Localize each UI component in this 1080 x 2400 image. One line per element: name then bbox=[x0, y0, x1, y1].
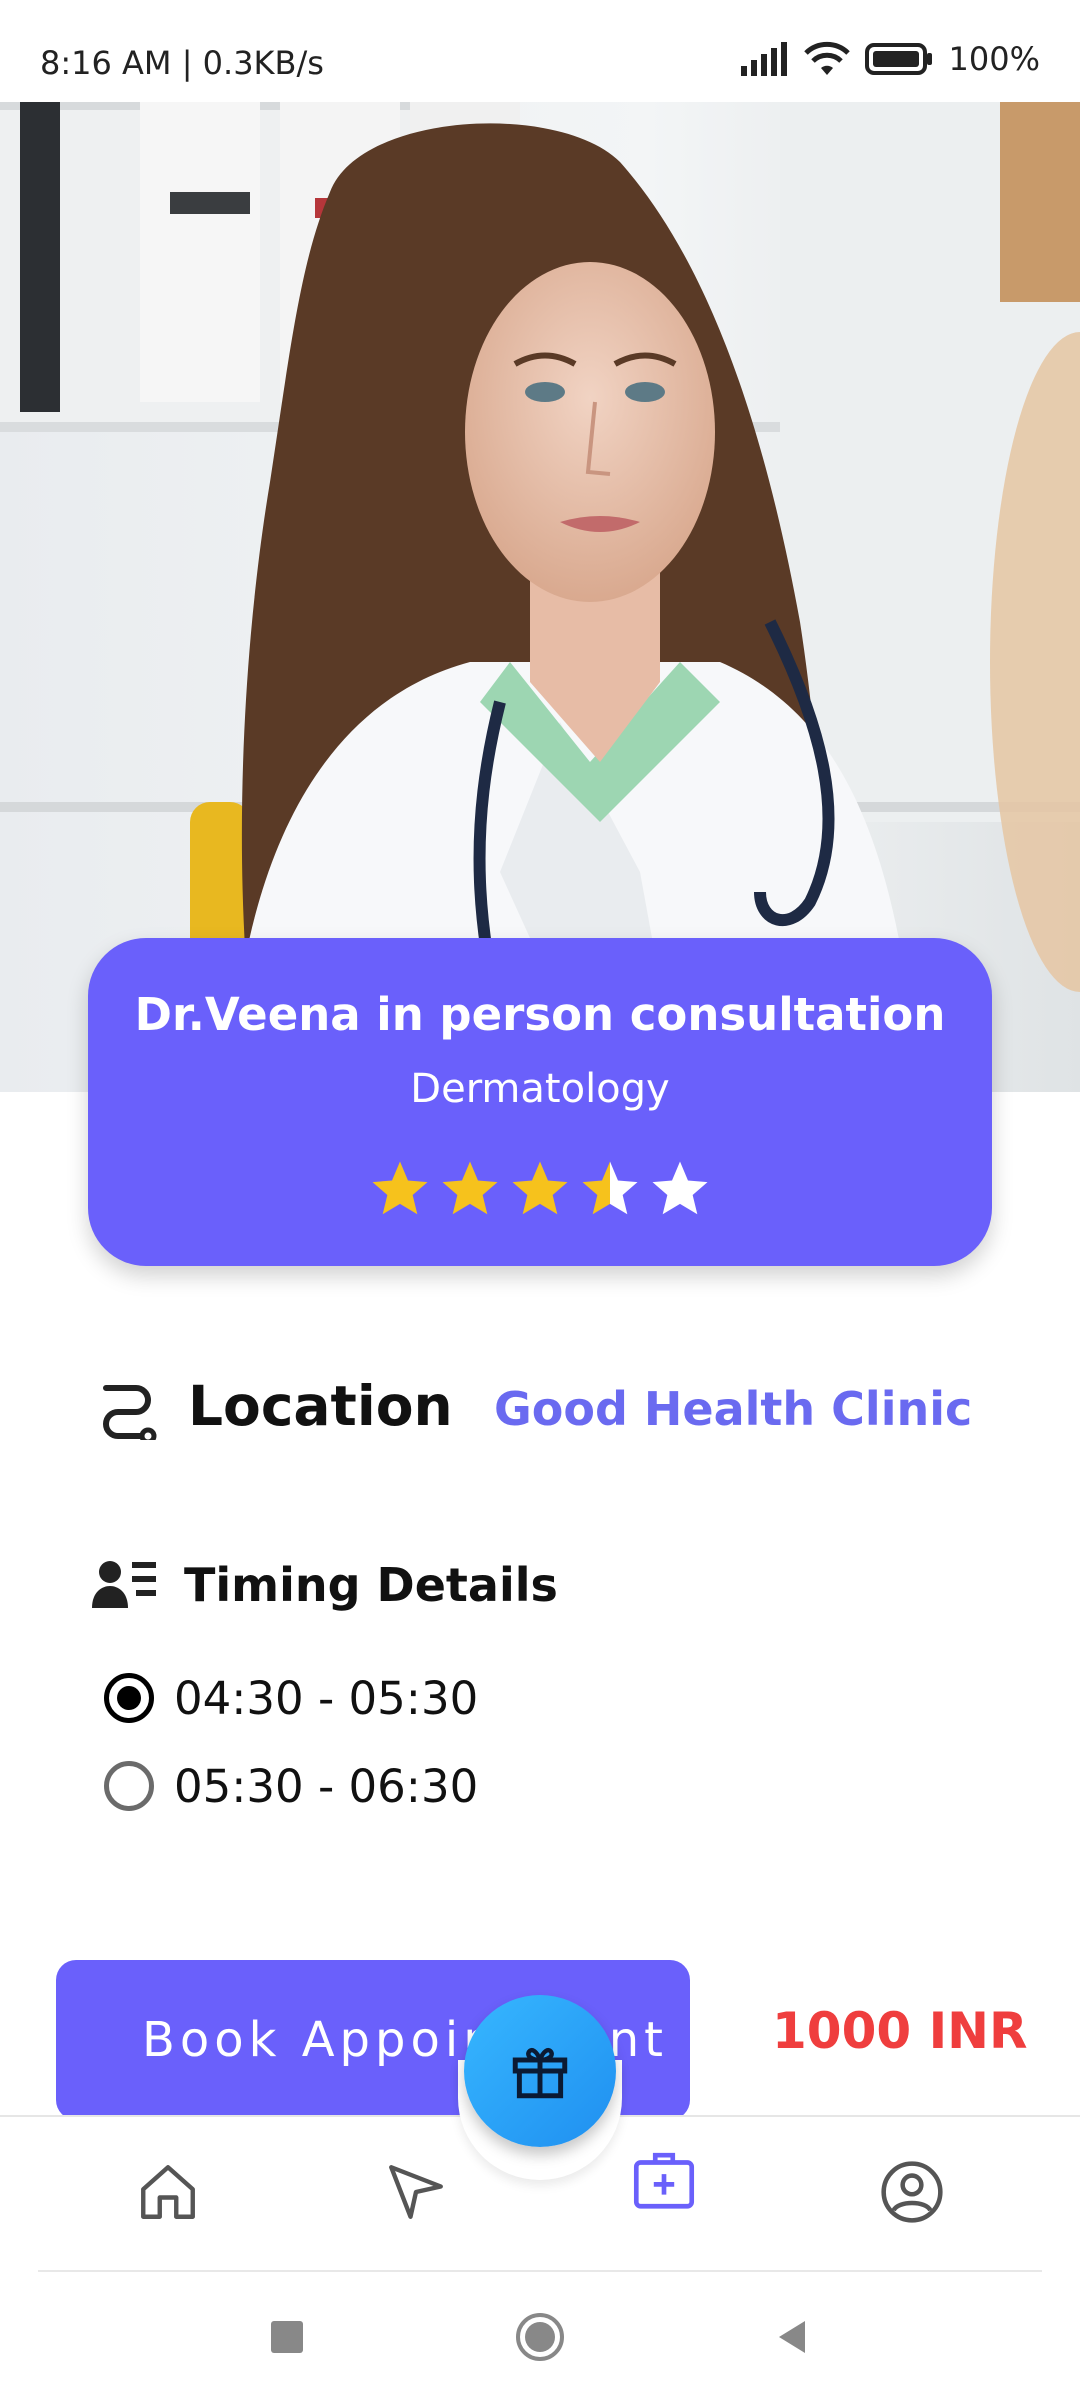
battery-percent: 100% bbox=[948, 40, 1040, 78]
timing-label: Timing Details bbox=[184, 1558, 558, 1612]
back-triangle-icon bbox=[779, 2321, 805, 2353]
send-icon bbox=[389, 2165, 443, 2219]
status-bar: 8:16 AM | 0.3KB/s 100% bbox=[0, 0, 1080, 102]
doctor-specialty: Dermatology bbox=[410, 1066, 670, 1112]
time-slot-label: 04:30 - 05:30 bbox=[174, 1671, 479, 1725]
gift-fab-button[interactable] bbox=[464, 1995, 616, 2147]
route-icon bbox=[103, 1385, 157, 1440]
nav-profile[interactable] bbox=[872, 2152, 952, 2232]
home-icon bbox=[141, 2165, 195, 2219]
rating-stars bbox=[88, 1156, 992, 1222]
radio-unselected[interactable] bbox=[104, 1761, 154, 1811]
star-icon bbox=[372, 1161, 428, 1215]
star-half-icon bbox=[582, 1161, 638, 1215]
time-slot-label: 05:30 - 06:30 bbox=[174, 1759, 479, 1813]
nav-home[interactable] bbox=[128, 2152, 208, 2232]
nav-medical[interactable] bbox=[624, 2140, 704, 2220]
signal-icon bbox=[740, 42, 787, 76]
star-icon bbox=[512, 1161, 568, 1215]
status-icons: 100% bbox=[739, 40, 1040, 78]
person-list-icon bbox=[92, 1561, 156, 1608]
back-button[interactable] bbox=[758, 2302, 828, 2372]
radio-selected[interactable] bbox=[104, 1673, 154, 1723]
status-time: 8:16 AM | 0.3KB/s bbox=[40, 44, 324, 82]
time-slot-option[interactable]: 05:30 - 06:30 bbox=[104, 1756, 478, 1816]
battery-icon bbox=[864, 43, 932, 75]
location-row: Location Good Health Clinic bbox=[96, 1370, 996, 1450]
home-system-button[interactable] bbox=[505, 2302, 575, 2372]
medical-kit-icon bbox=[633, 2152, 695, 2209]
star-icon bbox=[442, 1161, 498, 1215]
circle-home-icon bbox=[516, 2313, 564, 2361]
nav-send[interactable] bbox=[376, 2152, 456, 2232]
time-slot-option[interactable]: 04:30 - 05:30 bbox=[104, 1668, 478, 1728]
gift-icon bbox=[512, 2047, 568, 2099]
profile-icon bbox=[881, 2161, 943, 2223]
location-label: Location bbox=[188, 1374, 453, 1438]
location-value[interactable]: Good Health Clinic bbox=[494, 1382, 972, 1436]
price: 1000 INR bbox=[772, 2002, 1028, 2060]
doctor-info-card: Dr.Veena in person consultation Dermatol… bbox=[88, 938, 992, 1266]
star-empty-icon bbox=[652, 1161, 708, 1215]
square-icon bbox=[271, 2321, 303, 2353]
doctor-title: Dr.Veena in person consultation bbox=[134, 988, 946, 1041]
recent-apps-button[interactable] bbox=[252, 2302, 322, 2372]
wifi-icon bbox=[803, 41, 850, 75]
